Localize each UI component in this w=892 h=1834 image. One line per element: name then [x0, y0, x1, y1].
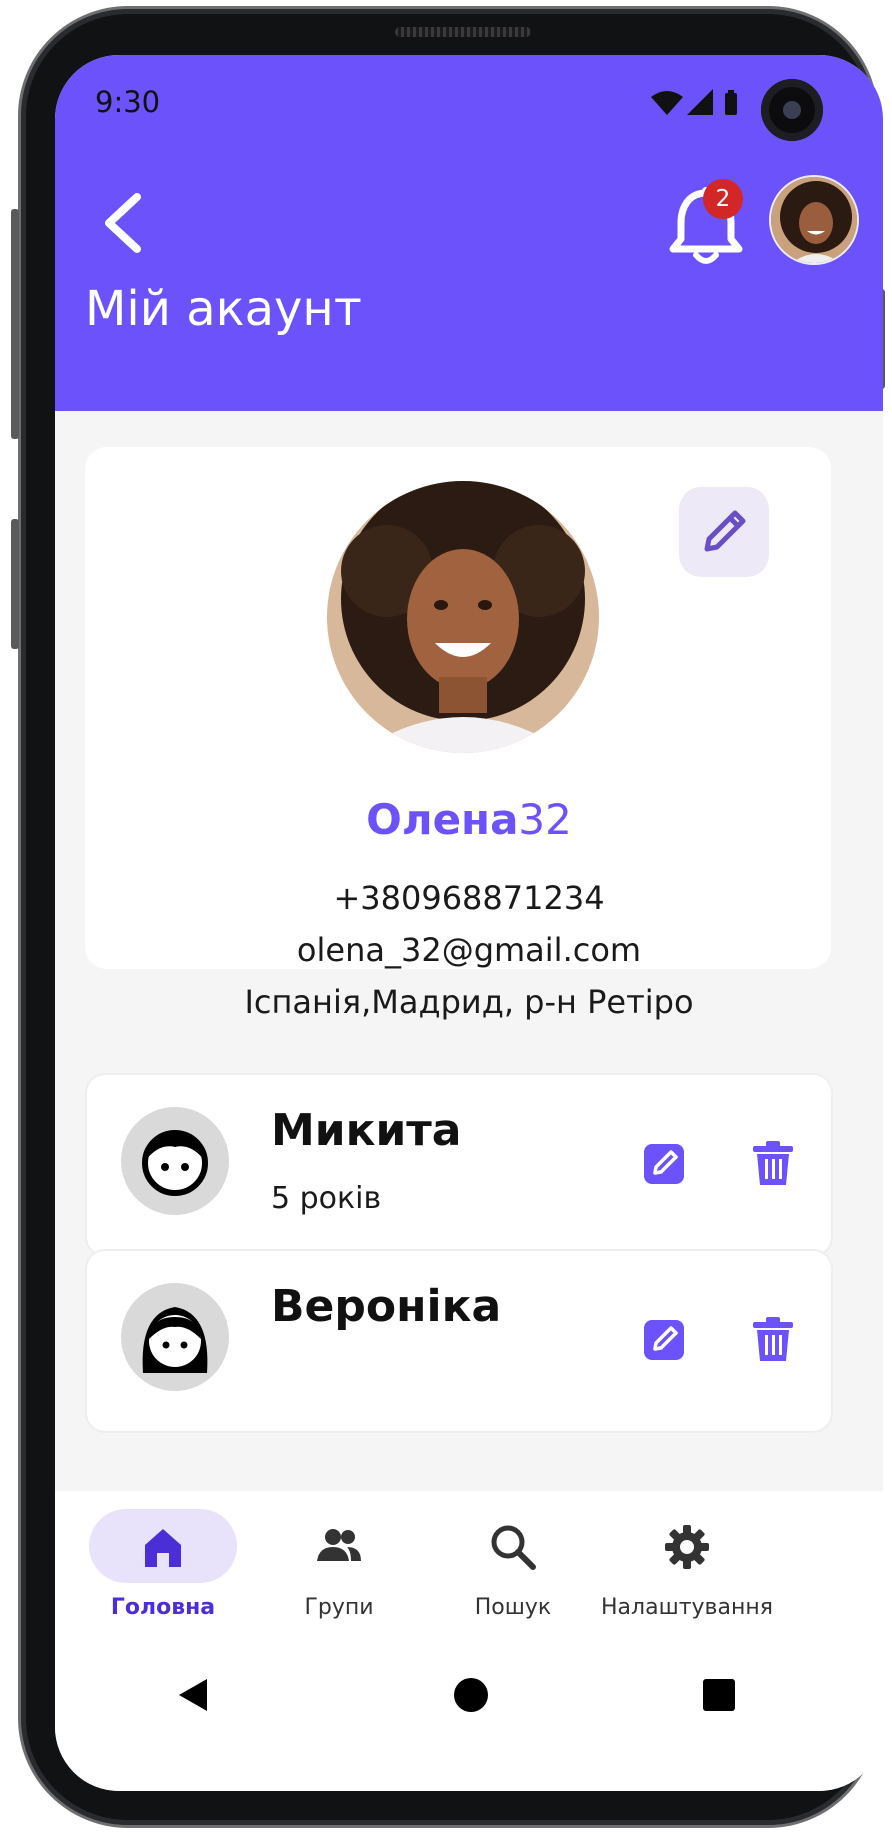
delete-child-icon[interactable]: [751, 1139, 795, 1187]
user-photo-icon: [327, 481, 599, 753]
search-icon: [491, 1525, 536, 1570]
wifi-icon: [651, 91, 683, 115]
pencil-icon: [704, 510, 746, 552]
system-home-icon[interactable]: [451, 1675, 491, 1715]
nav-item-groups[interactable]: Групи: [231, 1491, 431, 1671]
child-avatar: [121, 1107, 229, 1215]
header-user-avatar[interactable]: [769, 175, 859, 265]
back-arrow-icon[interactable]: [93, 187, 151, 259]
child-name: Микита: [271, 1105, 462, 1156]
nav-item-settings[interactable]: Налаштування: [579, 1491, 779, 1671]
profile-phone: +380968871234: [333, 879, 605, 917]
groups-icon: [317, 1529, 361, 1561]
delete-child-icon[interactable]: [751, 1315, 795, 1363]
nav-item-home[interactable]: Головна: [55, 1491, 255, 1671]
edit-profile-button[interactable]: [679, 487, 769, 577]
system-recents-icon[interactable]: [701, 1677, 737, 1713]
home-icon: [145, 1529, 181, 1567]
edit-child-icon[interactable]: [643, 1317, 687, 1361]
system-back-icon[interactable]: [173, 1675, 213, 1715]
girl-face-icon: [142, 1307, 208, 1373]
app-screen: 9:30 2 Мій акаунт Олена32 +380968871234 …: [55, 55, 883, 1791]
phone-side-button: [11, 519, 19, 649]
cellular-signal-icon: [687, 89, 713, 115]
bottom-navigation: Головна Групи Пошук Налаштування: [55, 1491, 883, 1791]
earpiece-speaker: [395, 27, 531, 37]
nav-label-settings: Налаштування: [601, 1595, 773, 1620]
page-title: Мій акаунт: [85, 281, 362, 337]
profile-username-suffix: 32: [518, 795, 572, 844]
status-time: 9:30: [95, 85, 161, 119]
battery-icon: [725, 90, 737, 115]
user-photo-icon: [771, 177, 857, 263]
child-avatar: [121, 1283, 229, 1391]
phone-frame: 9:30 2 Мій акаунт Олена32 +380968871234 …: [11, 6, 885, 1828]
child-name: Вероніка: [271, 1281, 502, 1332]
child-card[interactable]: Вероніка: [87, 1251, 831, 1431]
profile-username: Олена32: [55, 795, 883, 844]
profile-username-main: Олена: [366, 795, 519, 844]
notification-count-badge: 2: [703, 179, 743, 219]
phone-side-button: [11, 209, 19, 439]
boy-face-icon: [142, 1130, 208, 1196]
nav-item-search[interactable]: Пошук: [405, 1491, 605, 1671]
child-card[interactable]: Микита 5 років: [87, 1075, 831, 1255]
child-age: 5 років: [271, 1181, 382, 1216]
profile-address: Іспанія,Мадрид, р-н Ретіро: [244, 983, 694, 1021]
edit-child-icon[interactable]: [643, 1141, 687, 1185]
profile-photo: [327, 481, 599, 753]
status-icons: [651, 89, 737, 115]
front-camera: [761, 79, 823, 141]
profile-email: olena_32@gmail.com: [296, 931, 642, 969]
settings-gear-icon: [665, 1525, 709, 1569]
